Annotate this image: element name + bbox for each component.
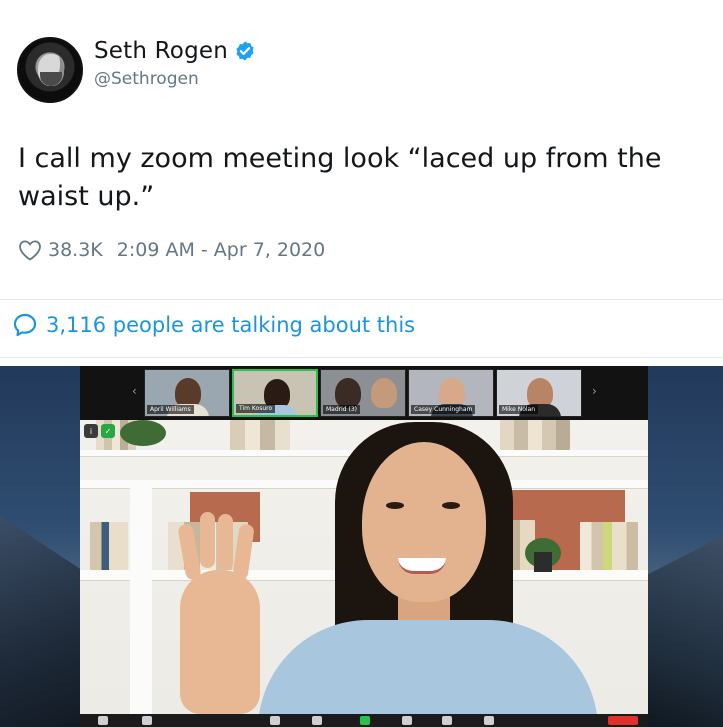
conversation-label: 3,116 people are talking about this xyxy=(46,313,416,337)
zoom-screenshot-image: ‹ April Williams Tim Kosuro Madrid (3) C… xyxy=(0,366,723,727)
books xyxy=(90,522,128,570)
security-icon[interactable] xyxy=(270,716,280,725)
conversation-link[interactable]: 3,116 people are talking about this xyxy=(12,312,415,338)
participant-thumbnail[interactable]: Casey Cunningham xyxy=(408,369,494,417)
avatar[interactable] xyxy=(17,37,83,103)
speaker-face xyxy=(362,442,486,602)
finger xyxy=(200,512,215,568)
shelf-post xyxy=(130,480,152,714)
strip-next-arrow[interactable]: › xyxy=(592,384,597,398)
participant-thumbnail[interactable]: Mike Nolan xyxy=(496,369,582,417)
participant-name: Casey Cunningham xyxy=(411,405,476,414)
chat-icon[interactable] xyxy=(402,716,412,725)
tweet-meta: 38.3K 2:09 AM - Apr 7, 2020 xyxy=(18,239,325,261)
heart-icon[interactable] xyxy=(18,239,42,261)
microphone-icon[interactable] xyxy=(98,716,108,725)
zoom-window: ‹ April Williams Tim Kosuro Madrid (3) C… xyxy=(80,366,648,727)
speech-bubble-icon xyxy=(13,313,37,337)
finger xyxy=(218,514,233,570)
speaker-eye xyxy=(442,502,460,509)
waving-hand xyxy=(180,570,260,714)
divider xyxy=(0,299,723,300)
participant-figure xyxy=(335,378,361,408)
like-count: 38.3K xyxy=(48,239,103,261)
tweet-card: Seth Rogen @Sethrogen I call my zoom mee… xyxy=(0,0,723,358)
participant-name: Mike Nolan xyxy=(499,405,539,414)
end-meeting-button[interactable] xyxy=(608,716,638,725)
participant-thumbnail[interactable]: Tim Kosuro xyxy=(232,369,318,417)
meeting-controls-bar xyxy=(80,714,648,727)
tweet-timestamp[interactable]: 2:09 AM - Apr 7, 2020 xyxy=(117,239,325,261)
speaker-shirt xyxy=(258,620,598,714)
shield-icon[interactable]: ✓ xyxy=(101,424,115,438)
tweet-text: I call my zoom meeting look “laced up fr… xyxy=(18,143,662,212)
participant-name: April Williams xyxy=(147,405,194,414)
display-name[interactable]: Seth Rogen xyxy=(94,38,228,64)
participant-figure xyxy=(371,378,397,408)
strip-prev-arrow[interactable]: ‹ xyxy=(132,384,137,398)
participants-icon[interactable] xyxy=(312,716,322,725)
plant-pot xyxy=(534,552,552,572)
participant-thumbnail[interactable]: Madrid (3) xyxy=(320,369,406,417)
meeting-status-badges: i ✓ xyxy=(84,424,115,438)
books xyxy=(580,522,638,570)
reactions-icon[interactable] xyxy=(484,716,494,725)
user-handle[interactable]: @Sethrogen xyxy=(94,69,199,89)
participant-name: Madrid (3) xyxy=(323,405,361,414)
participant-strip: ‹ April Williams Tim Kosuro Madrid (3) C… xyxy=(80,366,648,420)
books xyxy=(230,420,290,450)
books xyxy=(500,420,570,450)
divider xyxy=(0,357,723,358)
active-speaker-video: i ✓ xyxy=(80,420,648,714)
plant xyxy=(120,420,166,446)
share-screen-icon[interactable] xyxy=(360,716,370,725)
info-icon[interactable]: i xyxy=(84,424,98,438)
author-row: Seth Rogen xyxy=(94,38,256,64)
video-camera-icon[interactable] xyxy=(142,716,152,725)
participant-thumbnail[interactable]: April Williams xyxy=(144,369,230,417)
record-icon[interactable] xyxy=(442,716,452,725)
participant-name: Tim Kosuro xyxy=(236,404,276,413)
speaker-eye xyxy=(386,502,404,509)
verified-badge-icon xyxy=(236,41,254,61)
